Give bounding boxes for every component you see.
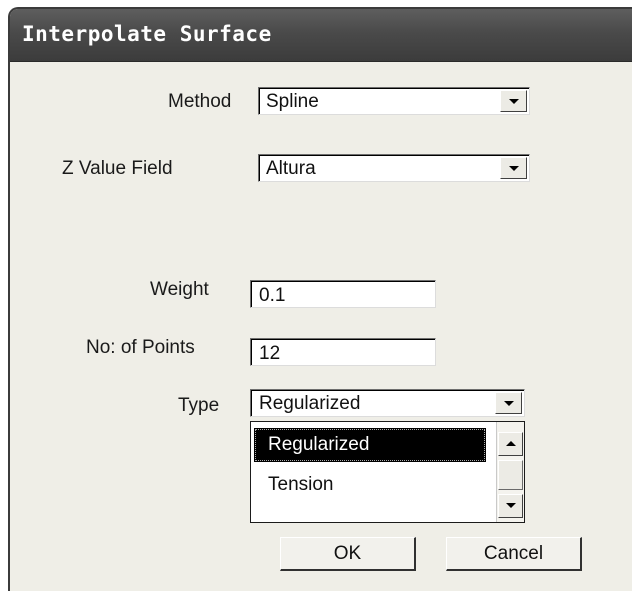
chevron-down-icon xyxy=(506,503,516,508)
type-label: Type xyxy=(178,395,220,416)
ok-button[interactable]: OK xyxy=(280,537,416,571)
points-label: No: of Points xyxy=(86,337,195,358)
chevron-down-icon xyxy=(509,99,519,104)
list-scrollbar[interactable] xyxy=(496,422,524,522)
type-dropdown-list: Regularized Tension xyxy=(250,421,525,523)
points-input[interactable]: 12 xyxy=(250,338,436,366)
z-value-field-dropdown[interactable]: Altura xyxy=(258,154,530,182)
chevron-up-icon xyxy=(506,441,516,446)
weight-input[interactable]: 0.1 xyxy=(250,280,436,308)
type-dropdown-button[interactable] xyxy=(495,392,522,414)
method-label: Method xyxy=(168,91,232,112)
type-dropdown[interactable]: Regularized xyxy=(250,389,525,417)
method-dropdown[interactable]: Spline xyxy=(258,87,530,115)
scroll-thumb[interactable] xyxy=(498,460,523,490)
interpolate-surface-dialog: Interpolate Surface Method Spline Z Valu… xyxy=(8,7,632,591)
method-value: Spline xyxy=(266,91,319,112)
z-value-field-label: Z Value Field xyxy=(62,158,173,179)
weight-label: Weight xyxy=(150,279,209,300)
title-bar[interactable]: Interpolate Surface xyxy=(10,9,632,62)
cancel-button[interactable]: Cancel xyxy=(446,537,582,571)
dialog-title: Interpolate Surface xyxy=(22,22,272,46)
chevron-down-icon xyxy=(504,401,514,406)
weight-value: 0.1 xyxy=(259,285,286,306)
scroll-down-button[interactable] xyxy=(498,494,523,518)
z-value-field-value: Altura xyxy=(266,158,316,179)
z-value-field-dropdown-button[interactable] xyxy=(500,157,527,179)
points-value: 12 xyxy=(259,343,281,364)
type-value: Regularized xyxy=(259,393,361,414)
scroll-up-button[interactable] xyxy=(498,432,523,456)
method-dropdown-button[interactable] xyxy=(500,90,527,112)
type-option-regularized[interactable]: Regularized xyxy=(254,428,486,462)
chevron-down-icon xyxy=(509,166,519,171)
type-option-tension[interactable]: Tension xyxy=(254,468,486,502)
